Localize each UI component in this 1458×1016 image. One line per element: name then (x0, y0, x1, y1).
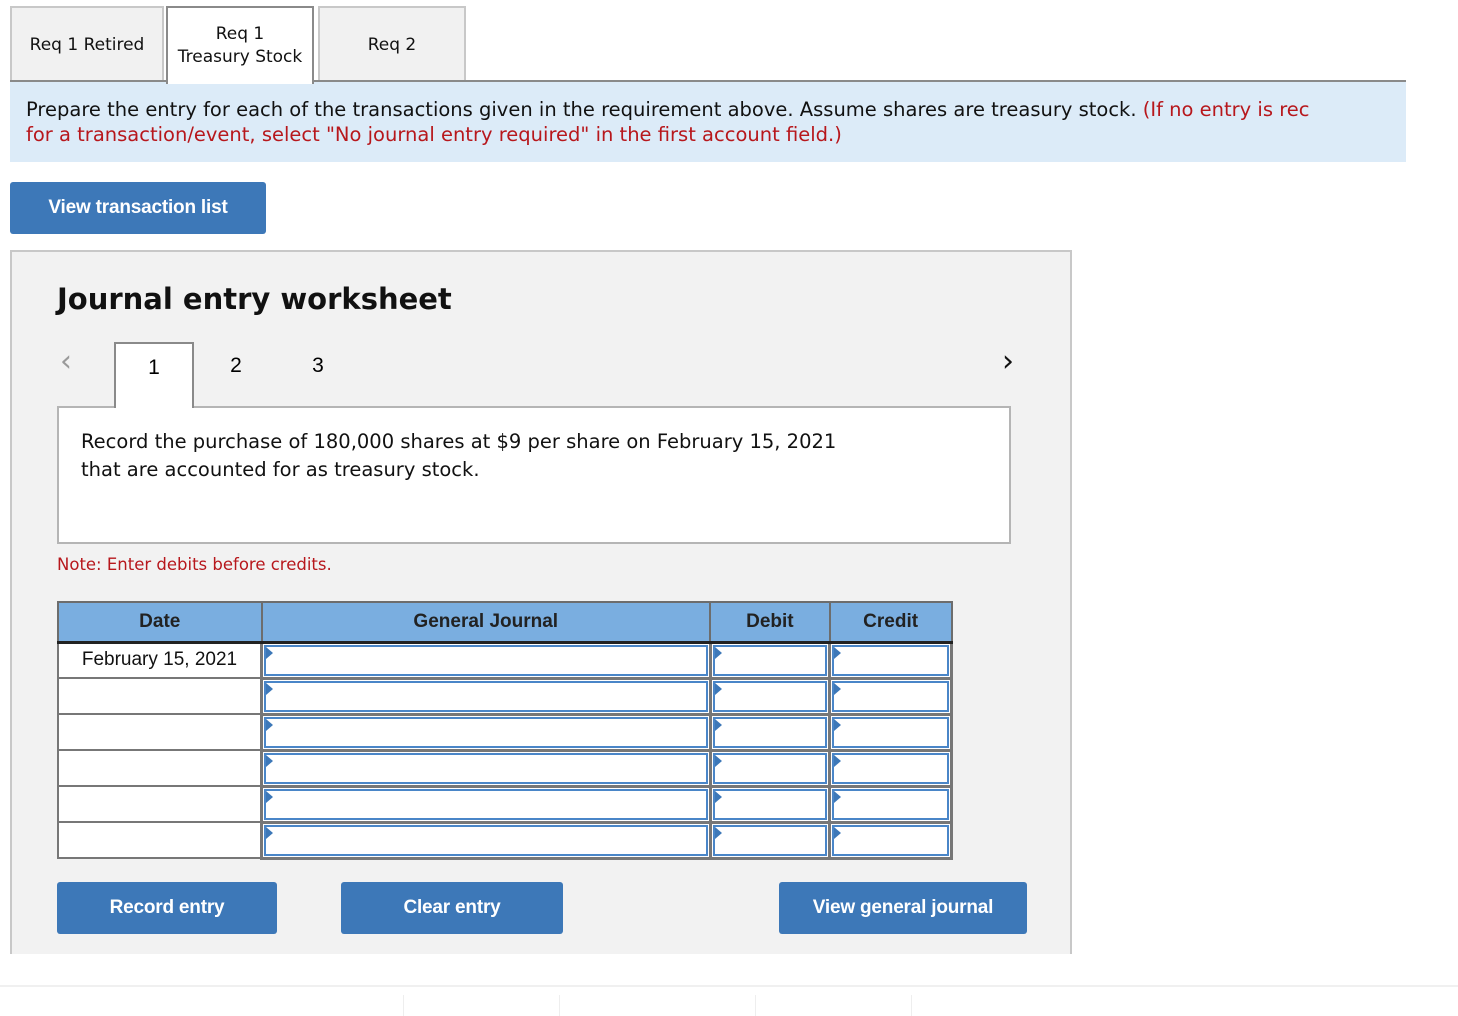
account-cell (260, 712, 712, 752)
chevron-left-icon[interactable]: ‹ (60, 344, 72, 379)
credit-cell (828, 712, 953, 752)
account-cell (260, 676, 712, 716)
account-input[interactable] (264, 752, 708, 784)
tab-req-1-treasury-stock[interactable]: Req 1 Treasury Stock (166, 6, 314, 84)
instructions-text: Prepare the entry for each of the transa… (26, 98, 1143, 121)
journal-row (57, 748, 953, 788)
footer-divider (911, 995, 912, 1016)
debit-input[interactable] (712, 752, 828, 784)
debit-cell (708, 640, 832, 680)
journal-entry-worksheet: Journal entry worksheet ‹ 1 2 3 › Record… (10, 250, 1072, 954)
tab-label: Req 1 Retired (29, 34, 145, 55)
footer-bar (0, 985, 1458, 1016)
clear-entry-button[interactable]: Clear entry (341, 882, 563, 934)
tab-label-line1: Req 1 (215, 24, 265, 44)
account-cell (260, 820, 712, 860)
tab-label-line2: Treasury Stock (177, 47, 303, 67)
column-header-general-journal: General Journal (260, 601, 712, 644)
credit-input[interactable] (832, 680, 949, 712)
credit-cell (828, 820, 953, 860)
tab-req-1-retired[interactable]: Req 1 Retired (10, 6, 164, 82)
instructions-banner: Prepare the entry for each of the transa… (10, 82, 1406, 162)
description-line1: Record the purchase of 180,000 shares at… (81, 430, 837, 453)
date-cell (57, 749, 263, 787)
debit-credit-note: Note: Enter debits before credits. (57, 555, 332, 574)
step-tab-1[interactable]: 1 (114, 342, 194, 408)
column-header-date: Date (57, 601, 263, 644)
account-input[interactable] (264, 644, 708, 676)
description-line2: that are accounted for as treasury stock… (81, 458, 480, 481)
account-input[interactable] (264, 788, 708, 820)
account-cell (260, 784, 712, 824)
journal-header-row: Date General Journal Debit Credit (57, 601, 953, 644)
debit-cell (708, 784, 832, 824)
credit-cell (828, 676, 953, 716)
chevron-right-icon[interactable]: › (1002, 344, 1014, 379)
account-input[interactable] (264, 680, 708, 712)
credit-input[interactable] (832, 716, 949, 748)
footer-divider (559, 995, 560, 1016)
instructions-alert-line2: for a transaction/event, select "No jour… (26, 123, 842, 146)
debit-input[interactable] (712, 716, 828, 748)
debit-cell (708, 820, 832, 860)
credit-cell (828, 784, 953, 824)
view-transaction-list-button[interactable]: View transaction list (10, 182, 266, 234)
journal-row (57, 676, 953, 716)
debit-cell (708, 676, 832, 716)
account-input[interactable] (264, 824, 708, 856)
footer-divider (403, 995, 404, 1016)
debit-input[interactable] (712, 680, 828, 712)
transaction-description: Record the purchase of 180,000 shares at… (57, 406, 1011, 544)
column-header-debit: Debit (709, 601, 831, 644)
footer-divider (755, 995, 756, 1016)
debit-cell (708, 748, 832, 788)
credit-input[interactable] (832, 824, 949, 856)
debit-cell (708, 712, 832, 752)
requirement-tabs: Req 1 Retired Req 1 Treasury Stock Req 2 (10, 6, 466, 84)
step-tab-3[interactable]: 3 (278, 342, 358, 408)
credit-cell (828, 640, 953, 680)
journal-row (57, 820, 953, 860)
debit-input[interactable] (712, 824, 828, 856)
credit-cell (828, 748, 953, 788)
worksheet-title: Journal entry worksheet (57, 282, 452, 316)
instructions-alert-line1: (If no entry is rec (1142, 98, 1310, 121)
date-cell (57, 677, 263, 715)
step-tab-2[interactable]: 2 (196, 342, 276, 408)
tab-label: Req 2 (367, 34, 417, 55)
record-entry-button[interactable]: Record entry (57, 882, 277, 934)
column-header-credit: Credit (828, 601, 953, 644)
debit-input[interactable] (712, 788, 828, 820)
view-general-journal-button[interactable]: View general journal (779, 882, 1027, 934)
account-cell (260, 748, 712, 788)
journal-row: February 15, 2021 (57, 640, 953, 680)
credit-input[interactable] (832, 644, 949, 676)
account-input[interactable] (264, 716, 708, 748)
journal-row (57, 712, 953, 752)
date-cell (57, 821, 263, 859)
credit-input[interactable] (832, 752, 949, 784)
date-cell: February 15, 2021 (57, 641, 263, 679)
tab-label: Req 1 Treasury Stock (178, 23, 303, 69)
tab-req-2[interactable]: Req 2 (318, 6, 466, 82)
date-cell (57, 713, 263, 751)
credit-input[interactable] (832, 788, 949, 820)
journal-row (57, 784, 953, 824)
account-cell (260, 640, 712, 680)
journal-table: Date General Journal Debit Credit Februa… (57, 601, 953, 860)
debit-input[interactable] (712, 644, 828, 676)
date-cell (57, 785, 263, 823)
